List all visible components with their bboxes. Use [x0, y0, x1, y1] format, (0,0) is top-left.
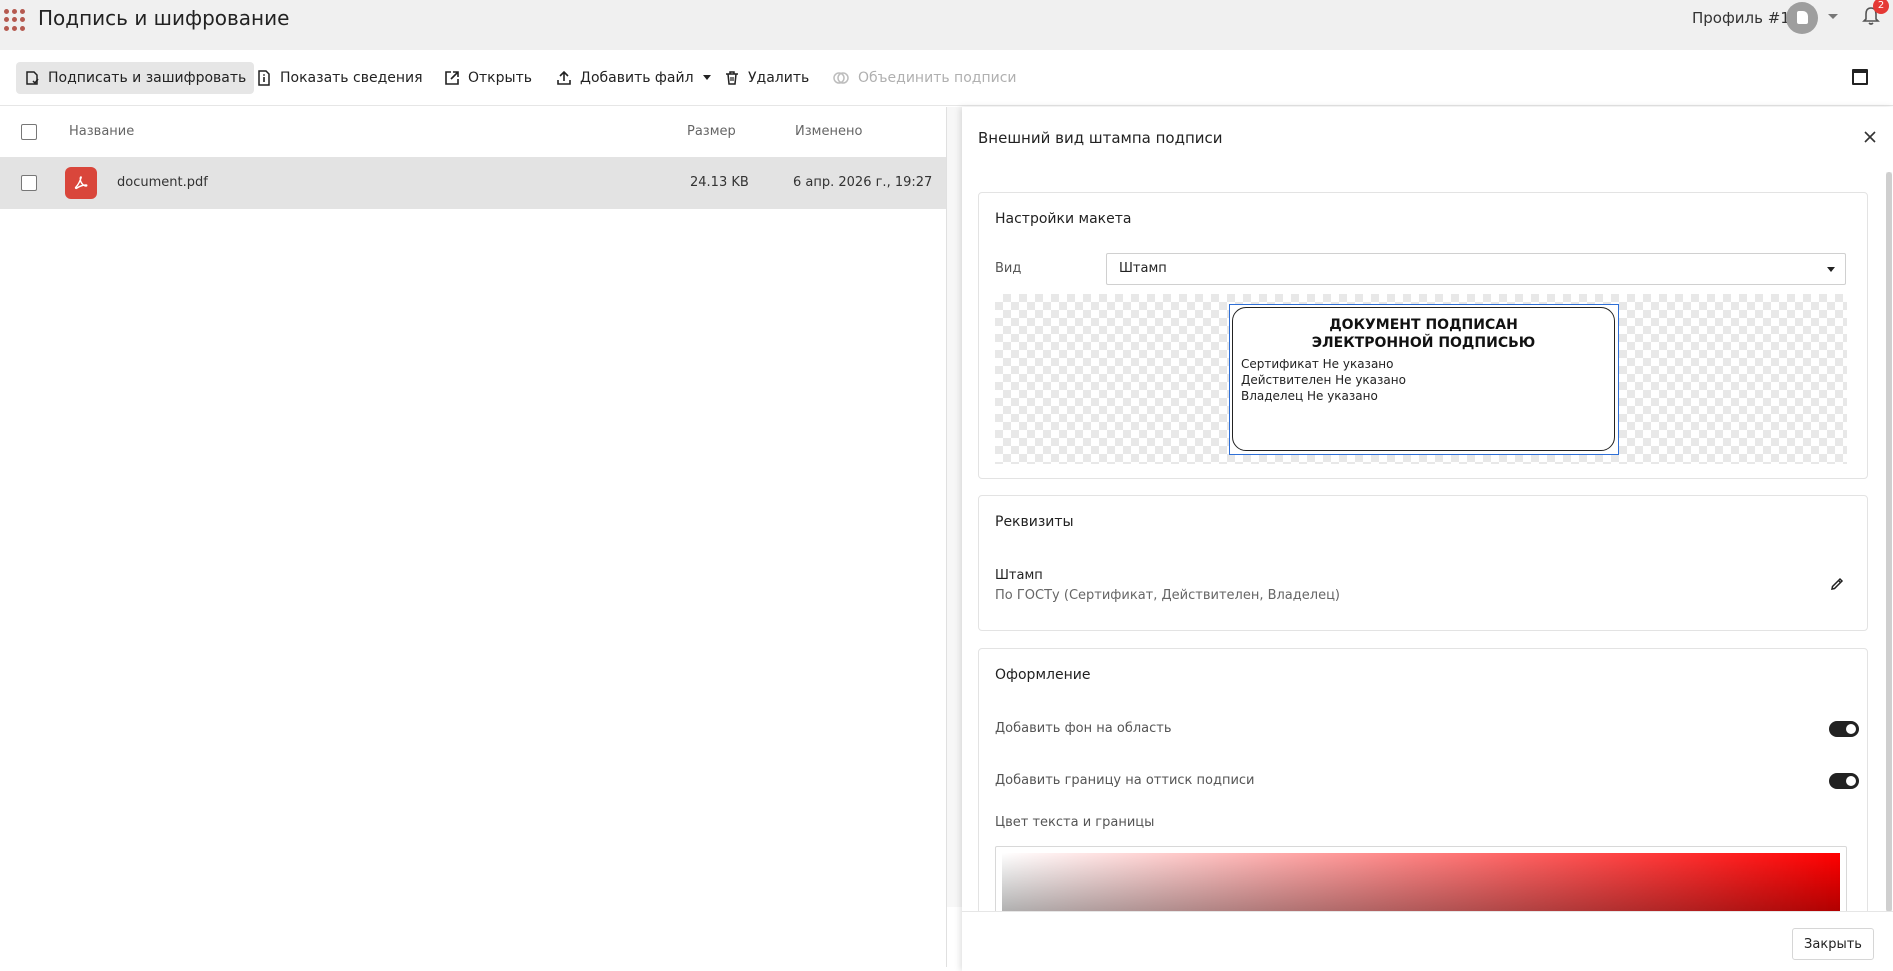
apps-grid-icon[interactable]: [4, 9, 26, 31]
trash-icon: [726, 71, 738, 85]
open-button[interactable]: Открыть: [436, 62, 540, 94]
file-list: Название Размер Изменено document.pdf 24…: [0, 107, 946, 967]
show-info-label: Показать сведения: [280, 70, 423, 86]
stamp-heading-line-1: ДОКУМЕНТ ПОДПИСАН: [1329, 317, 1518, 333]
stamp-heading-line-2: ЭЛЕКТРОННОЙ ПОДПИСЬЮ: [1311, 335, 1536, 351]
pencil-icon[interactable]: [1829, 576, 1845, 592]
file-list-header: Название Размер Изменено: [0, 107, 946, 157]
design-title: Оформление: [995, 667, 1091, 683]
upload-icon: [557, 70, 571, 85]
column-modified-header[interactable]: Изменено: [795, 124, 862, 139]
scrollbar-thumb[interactable]: [1886, 172, 1892, 912]
border-toggle[interactable]: [1829, 773, 1859, 789]
requisites-title: Реквизиты: [995, 514, 1074, 530]
table-row[interactable]: document.pdf 24.13 KB 6 апр. 2026 г., 19…: [0, 157, 946, 209]
layout-settings-title: Настройки макета: [995, 211, 1132, 227]
design-card: Оформление Добавить фон на область Добав…: [978, 648, 1868, 911]
requisites-card: Реквизиты Штамп По ГОСТу (Сертификат, Де…: [978, 495, 1868, 631]
layout-settings-card: Настройки макета Вид Штамп ДОКУМЕНТ ПОДП…: [978, 192, 1868, 479]
column-name-header[interactable]: Название: [69, 124, 134, 139]
pdf-file-icon: [65, 167, 97, 199]
stamp-selection-frame[interactable]: ДОКУМЕНТ ПОДПИСАН ЭЛЕКТРОННОЙ ПОДПИСЬЮ С…: [1229, 304, 1619, 455]
stamp-certificate-line: Сертификат Не указано: [1241, 357, 1394, 371]
kind-select[interactable]: Штамп: [1106, 253, 1846, 285]
app-bar: Подпись и шифрование Профиль #1 2: [0, 0, 1893, 50]
color-label: Цвет текста и границы: [995, 815, 1155, 830]
app-title: Подпись и шифрование: [38, 6, 290, 30]
requisites-name: Штамп: [995, 568, 1043, 583]
color-saturation-area[interactable]: [1002, 853, 1840, 911]
delete-label: Удалить: [748, 70, 810, 86]
row-checkbox[interactable]: [21, 175, 37, 191]
merge-signatures-label: Объединить подписи: [858, 70, 1017, 86]
info-document-icon: [258, 70, 270, 86]
caret-down-icon: [702, 75, 711, 80]
panel-content: Настройки макета Вид Штамп ДОКУМЕНТ ПОДП…: [962, 167, 1893, 911]
chevron-down-icon[interactable]: [1828, 14, 1838, 19]
add-file-button[interactable]: Добавить файл: [548, 62, 720, 94]
open-external-icon: [445, 71, 459, 85]
background-toggle[interactable]: [1829, 721, 1859, 737]
panel-scrollbar[interactable]: [1886, 172, 1892, 912]
sign-encrypt-button[interactable]: Подписать и зашифровать: [16, 62, 255, 94]
toolbar: Подписать и зашифровать Показать сведени…: [0, 50, 1893, 106]
stamp-appearance-panel: Внешний вид штампа подписи Настройки мак…: [962, 107, 1893, 971]
stamp-valid-line: Действителен Не указано: [1241, 373, 1406, 387]
file-modified: 6 апр. 2026 г., 19:27: [793, 175, 933, 190]
file-size: 24.13 KB: [690, 175, 749, 190]
merge-icon: [833, 72, 849, 84]
panel-footer: Закрыть: [962, 911, 1893, 971]
kind-select-value: Штамп: [1119, 261, 1167, 276]
add-file-label: Добавить файл: [580, 70, 694, 86]
sign-encrypt-label: Подписать и зашифровать: [48, 70, 247, 86]
border-option-label: Добавить границу на оттиск подписи: [995, 773, 1255, 788]
close-icon[interactable]: [1862, 129, 1878, 145]
sign-document-icon: [26, 71, 39, 85]
file-name: document.pdf: [117, 175, 208, 190]
caret-down-icon: [1827, 267, 1835, 272]
merge-signatures-button[interactable]: Объединить подписи: [824, 62, 1025, 94]
requisites-description: По ГОСТу (Сертификат, Действителен, Влад…: [995, 588, 1340, 603]
list-scrollbar[interactable]: [947, 107, 962, 907]
panel-title: Внешний вид штампа подписи: [978, 129, 1223, 147]
show-info-button[interactable]: Показать сведения: [248, 62, 431, 94]
delete-button[interactable]: Удалить: [716, 62, 817, 94]
select-all-checkbox[interactable]: [21, 124, 37, 140]
profile-name[interactable]: Профиль #1: [1692, 9, 1790, 27]
close-button[interactable]: Закрыть: [1792, 928, 1874, 960]
fullscreen-icon[interactable]: [1852, 69, 1868, 85]
open-label: Открыть: [468, 70, 532, 86]
avatar[interactable]: [1786, 2, 1818, 34]
notification-badge: 2: [1873, 0, 1889, 14]
stamp-preview: ДОКУМЕНТ ПОДПИСАН ЭЛЕКТРОННОЙ ПОДПИСЬЮ С…: [995, 294, 1847, 464]
column-size-header[interactable]: Размер: [687, 124, 736, 139]
stamp: ДОКУМЕНТ ПОДПИСАН ЭЛЕКТРОННОЙ ПОДПИСЬЮ С…: [1232, 307, 1615, 451]
color-picker[interactable]: [995, 846, 1847, 911]
background-option-label: Добавить фон на область: [995, 721, 1172, 736]
stamp-owner-line: Владелец Не указано: [1241, 389, 1378, 403]
kind-label: Вид: [995, 261, 1022, 276]
